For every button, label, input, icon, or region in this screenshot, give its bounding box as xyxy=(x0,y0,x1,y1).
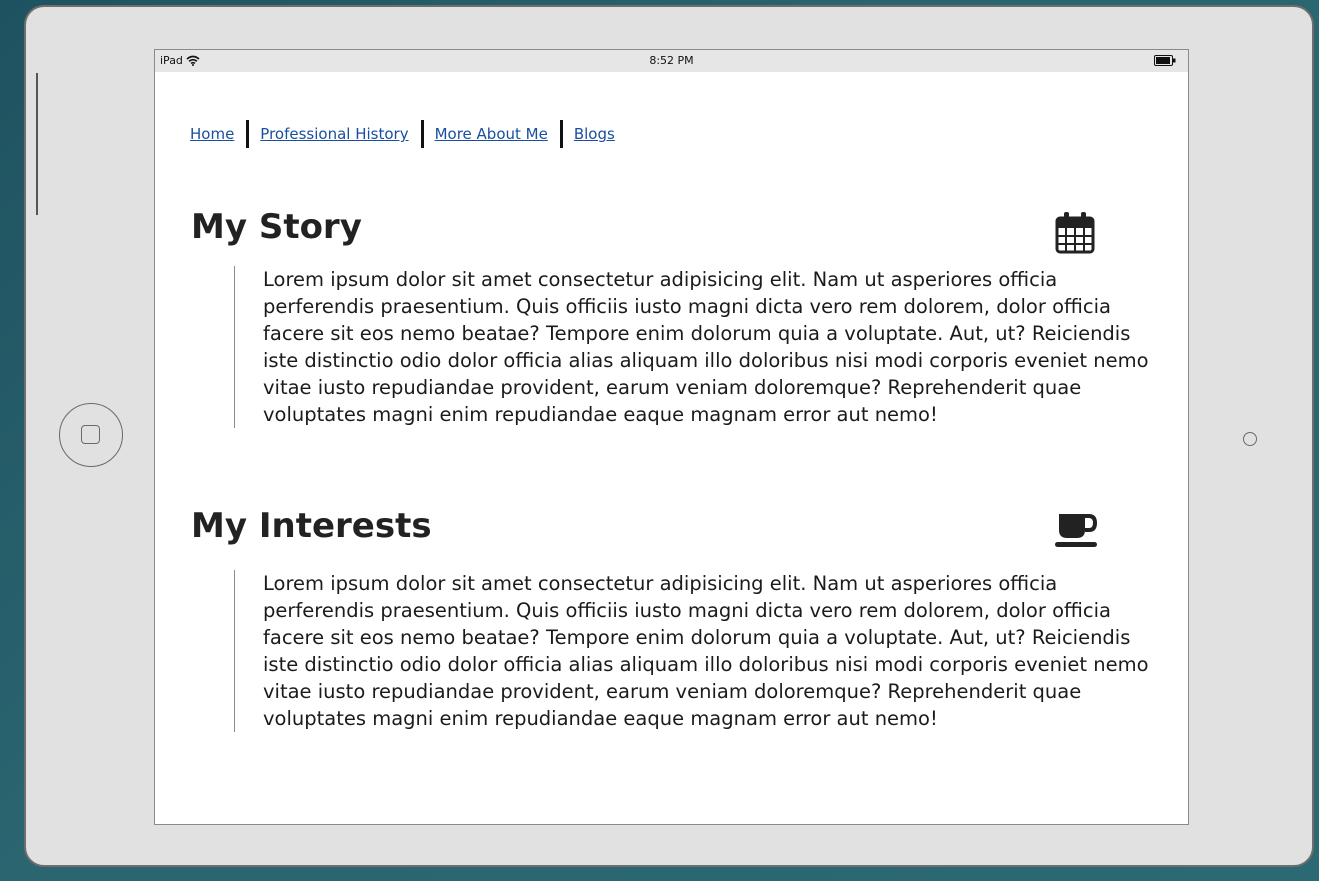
camera-icon xyxy=(1243,432,1257,446)
nav-link-blogs[interactable]: Blogs xyxy=(574,125,615,143)
section-title-my-interests: My Interests xyxy=(191,506,432,546)
coffee-cup-icon xyxy=(1055,514,1098,547)
volume-button xyxy=(36,73,38,215)
screen: iPad 8:52 PM Home Professional History M… xyxy=(154,49,1189,825)
status-time: 8:52 PM xyxy=(649,54,694,67)
nav-bar: Home Professional History More About Me … xyxy=(190,120,615,148)
nav-link-more-about-me[interactable]: More About Me xyxy=(435,125,548,143)
battery-icon xyxy=(1154,55,1176,66)
status-bar: iPad 8:52 PM xyxy=(155,50,1188,72)
nav-divider xyxy=(420,120,424,148)
ipad-frame: iPad 8:52 PM Home Professional History M… xyxy=(24,5,1314,867)
nav-divider xyxy=(246,120,250,148)
calendar-icon xyxy=(1055,212,1095,254)
home-button-square-icon xyxy=(81,425,100,444)
section-title-my-story: My Story xyxy=(191,207,362,247)
nav-divider xyxy=(559,120,563,148)
nav-link-home[interactable]: Home xyxy=(190,125,234,143)
section-body-my-interests: Lorem ipsum dolor sit amet consectetur a… xyxy=(234,570,1163,732)
nav-link-professional-history[interactable]: Professional History xyxy=(260,125,408,143)
home-button[interactable] xyxy=(59,403,123,467)
section-body-my-story: Lorem ipsum dolor sit amet consectetur a… xyxy=(234,266,1163,428)
